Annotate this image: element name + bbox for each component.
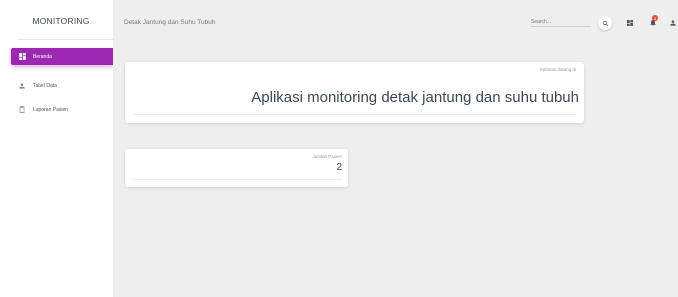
notifications-button[interactable]: 5 bbox=[648, 15, 658, 28]
search-icon bbox=[602, 14, 609, 32]
patients-count-value: 2 bbox=[336, 162, 342, 173]
profile-button[interactable] bbox=[668, 18, 678, 28]
patients-count-label: Jumlah Pasien bbox=[312, 154, 342, 159]
card-divider bbox=[131, 179, 342, 180]
main-content: Detak Jantung dan Suhu Tubuh 5 bbox=[113, 0, 678, 297]
person-icon bbox=[17, 81, 27, 91]
sidebar-item-beranda[interactable]: Beranda bbox=[11, 48, 115, 65]
welcome-label: Selamat datang di bbox=[539, 67, 576, 72]
card-divider bbox=[133, 114, 576, 115]
brand-logo-text[interactable]: MONITORING bbox=[9, 16, 113, 26]
top-navbar: Detak Jantung dan Suhu Tubuh 5 bbox=[113, 0, 678, 40]
dashboard-icon bbox=[17, 52, 27, 62]
welcome-title: Aplikasi monitoring detak jantung dan su… bbox=[251, 89, 579, 106]
sidebar: MONITORING Beranda Tabel Data Laporan Pa… bbox=[9, 8, 115, 297]
patients-count-card: Jumlah Pasien 2 bbox=[125, 149, 348, 187]
person-icon bbox=[669, 14, 677, 32]
sidebar-item-laporan-pasien[interactable]: Laporan Pasien bbox=[11, 101, 115, 118]
sidebar-item-tabel-data[interactable]: Tabel Data bbox=[11, 77, 115, 94]
welcome-card: Selamat datang di Aplikasi monitoring de… bbox=[125, 62, 584, 123]
sidebar-item-label: Laporan Pasien bbox=[33, 106, 69, 113]
sidebar-item-label: Beranda bbox=[33, 53, 52, 60]
clipboard-icon bbox=[17, 105, 27, 115]
dashboard-button[interactable] bbox=[625, 18, 635, 28]
search-input[interactable] bbox=[531, 17, 591, 27]
brand-divider bbox=[17, 39, 113, 40]
sidebar-item-label: Tabel Data bbox=[33, 82, 57, 89]
search-button[interactable] bbox=[598, 16, 612, 30]
notification-badge: 5 bbox=[652, 15, 658, 21]
app-root: MONITORING Beranda Tabel Data Laporan Pa… bbox=[0, 0, 678, 297]
page-title: Detak Jantung dan Suhu Tubuh bbox=[124, 19, 216, 26]
dashboard-icon bbox=[626, 14, 634, 32]
